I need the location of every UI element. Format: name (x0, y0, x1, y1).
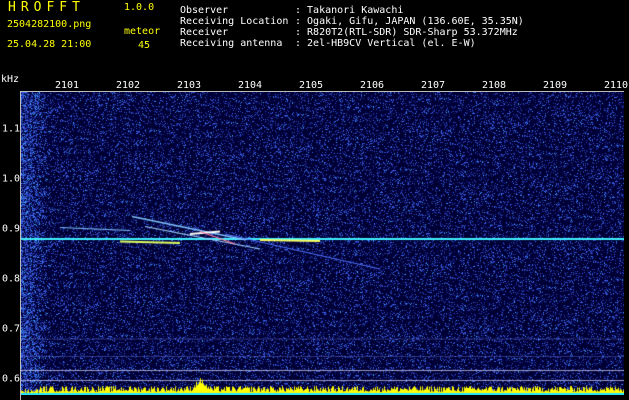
x-tick-label: 2108 (481, 80, 507, 91)
x-tick-label: 2104 (237, 80, 263, 91)
x-tick-label: 2103 (176, 80, 202, 91)
x-tick-label: 2107 (420, 80, 446, 91)
info-row-receiver: Receiver : R820T2(RTL-SDR) SDR-Sharp 53.… (180, 27, 524, 38)
spectrogram (20, 91, 624, 395)
y-tick-label: 1.1 (2, 123, 21, 135)
info-row-antenna: Receiving antenna : 2el-HB9CV Vertical (… (180, 38, 524, 49)
app-title: HROFFT (8, 0, 85, 15)
info-key: Receiver (180, 27, 229, 38)
y-tick-label: 0.7 (2, 323, 21, 335)
info-value: : Takanori Kawachi (295, 5, 404, 16)
info-key: Observer (180, 5, 229, 16)
info-row-location: Receiving Location : Ogaki, Gifu, JAPAN … (180, 16, 524, 27)
y-tick-label: 0.9 (2, 223, 21, 235)
station-info: Observer : Takanori Kawachi Receiving Lo… (180, 5, 524, 49)
top-axis-line (20, 91, 624, 92)
meteor-count: 45 (138, 40, 151, 51)
info-value: : 2el-HB9CV Vertical (el. E-W) (295, 38, 476, 49)
left-axis-line (20, 91, 21, 400)
x-tick-label: 2102 (115, 80, 141, 91)
y-tick-label: 0.6 (2, 373, 21, 385)
info-value: : Ogaki, Gifu, JAPAN (136.60E, 35.35N) (295, 16, 524, 27)
x-tick-label: 2109 (542, 80, 568, 91)
y-axis-unit: kHz (1, 74, 20, 85)
y-tick-label: 1.0 (2, 173, 21, 185)
info-value: : R820T2(RTL-SDR) SDR-Sharp 53.372MHz (295, 27, 518, 38)
info-key: Receiving antenna (180, 38, 283, 49)
info-key: Receiving Location (180, 16, 289, 27)
y-tick-label: 0.8 (2, 273, 21, 285)
date-time: 25.04.28 21:00 (7, 39, 92, 50)
x-tick-label: 2106 (359, 80, 385, 91)
x-tick-label: 2110 (603, 80, 629, 91)
info-row-observer: Observer : Takanori Kawachi (180, 5, 524, 16)
meteor-label: meteor (124, 26, 161, 37)
x-tick-label: 2101 (54, 80, 80, 91)
file-name: 2504282100.png (7, 19, 92, 30)
x-tick-label: 2105 (298, 80, 324, 91)
app-version: 1.0.0 (124, 2, 155, 13)
